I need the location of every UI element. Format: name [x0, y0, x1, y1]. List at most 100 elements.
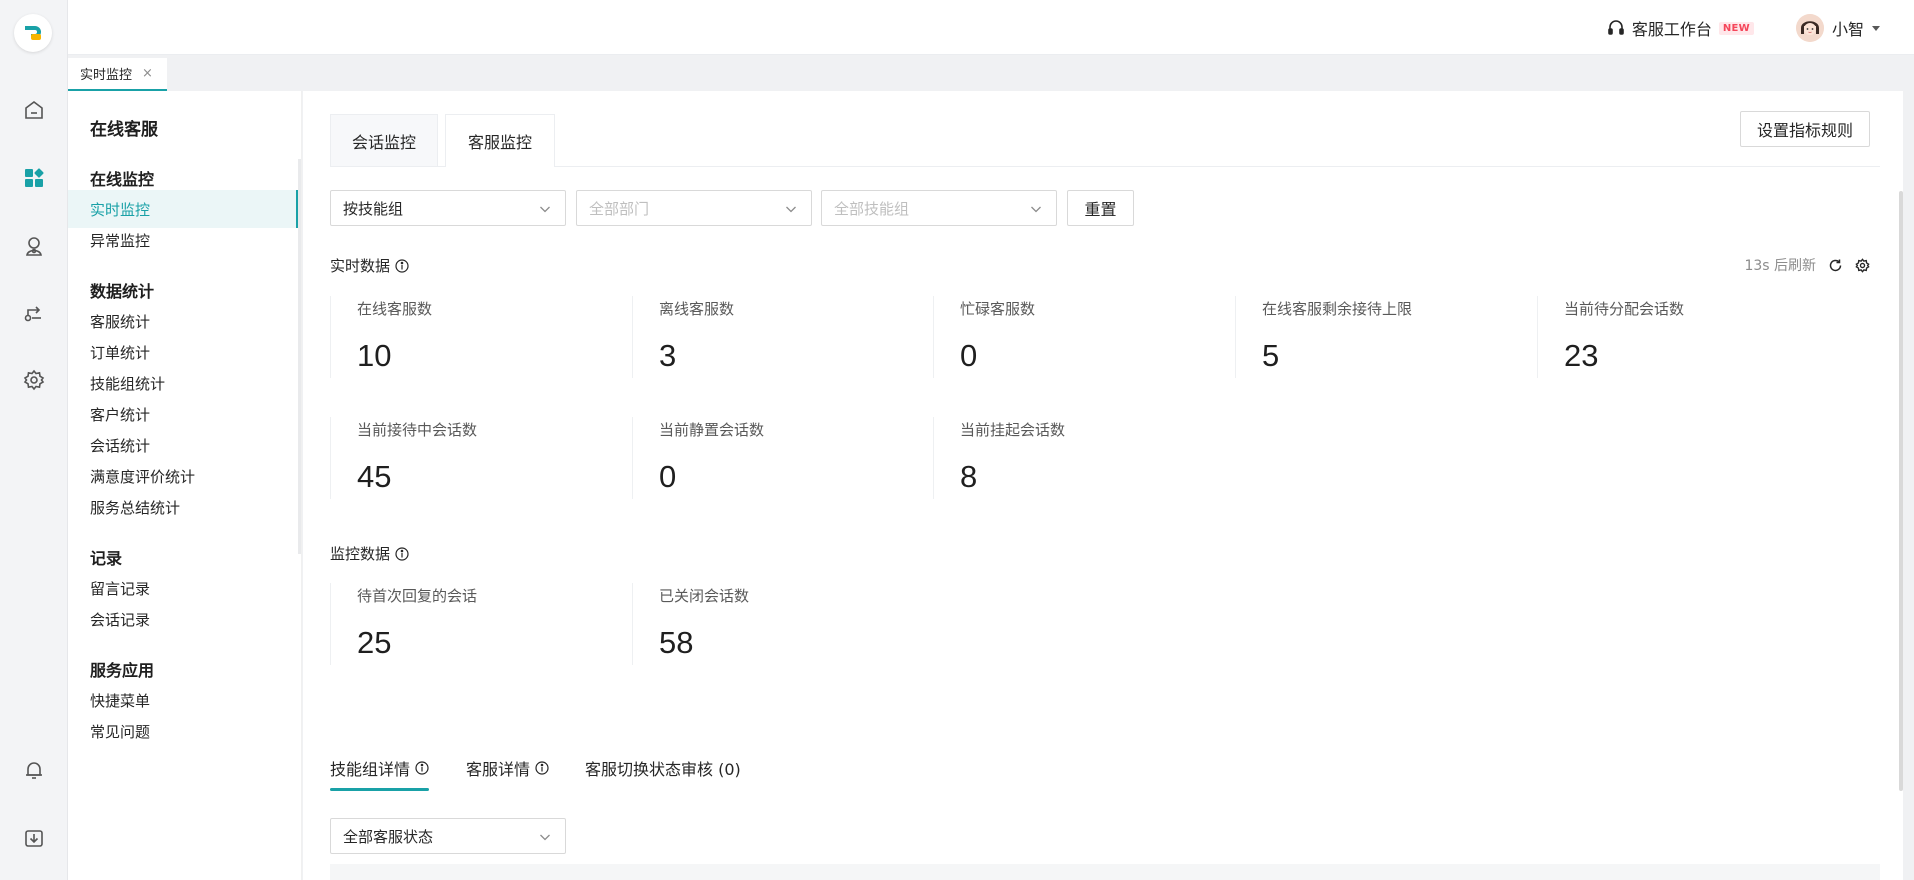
skill-group-select[interactable]: 全部技能组 — [821, 190, 1057, 226]
customer-service-icon[interactable] — [21, 233, 47, 259]
icon-rail — [0, 0, 68, 880]
metric-card: 当前挂起会话数 8 — [933, 417, 1235, 499]
metric-label: 当前接待中会话数 — [357, 421, 478, 439]
new-badge: NEW — [1718, 21, 1754, 35]
metric-card: 已关闭会话数 58 — [632, 583, 934, 665]
metric-label: 当前挂起会话数 — [960, 421, 1066, 439]
workbench-label: 客服工作台 — [1631, 20, 1712, 39]
metric-value: 3 — [659, 338, 677, 373]
info-icon[interactable] — [535, 761, 549, 775]
metric-value: 58 — [659, 625, 694, 660]
metric-label: 待首次回复的会话 — [357, 587, 478, 605]
department-placeholder: 全部部门 — [589, 199, 650, 218]
settings-icon[interactable] — [1855, 257, 1870, 273]
metric-value: 5 — [1262, 338, 1280, 373]
sidebar-item-summary-stats[interactable]: 服务总结统计 — [68, 488, 298, 526]
metric-label: 当前静置会话数 — [659, 421, 765, 439]
app-logo[interactable] — [14, 14, 52, 52]
group-by-value: 按技能组 — [343, 199, 404, 218]
info-icon[interactable] — [415, 761, 429, 775]
metric-divider — [632, 583, 633, 665]
metric-label: 在线客服剩余接待上限 — [1262, 300, 1413, 318]
metric-divider — [330, 417, 331, 499]
sidebar-item-anomaly[interactable]: 异常监控 — [68, 221, 298, 259]
download-icon[interactable] — [21, 825, 47, 851]
metric-divider — [330, 583, 331, 665]
routing-icon[interactable] — [21, 300, 47, 326]
group-by-select[interactable]: 按技能组 — [330, 190, 566, 226]
tab-session-monitor[interactable]: 会话监控 — [330, 114, 438, 166]
tab-label: 客服详情 — [466, 760, 531, 779]
secondary-sidebar: 在线客服 在线监控 实时监控 异常监控 数据统计 客服统计 订单统计 技能组统计… — [68, 91, 302, 880]
tab-skillgroup-detail[interactable]: 技能组详情 — [330, 753, 429, 783]
table-header — [330, 864, 1880, 880]
sidebar-item-faq[interactable]: 常见问题 — [68, 712, 298, 750]
metric-card: 在线客服数 10 — [330, 296, 632, 378]
active-tab-indicator — [330, 788, 429, 791]
user-name: 小智 — [1831, 20, 1864, 39]
tab-label: 技能组详情 — [330, 760, 411, 779]
user-menu[interactable]: 小智 — [1795, 13, 1880, 43]
nav-group-title: 记录 — [90, 549, 123, 568]
tab-label: 客服切换状态审核 (0) — [585, 760, 741, 779]
reset-button[interactable]: 重置 — [1067, 190, 1134, 226]
chevron-down-icon — [786, 206, 796, 213]
tab-status-switch-review[interactable]: 客服切换状态审核 (0) — [585, 753, 741, 783]
monitor-section-title: 监控数据 — [330, 543, 409, 564]
realtime-title: 实时数据 — [330, 257, 391, 275]
metric-value: 45 — [357, 459, 392, 494]
metric-value: 8 — [960, 459, 978, 494]
chevron-down-icon — [1031, 206, 1041, 213]
agent-status-select[interactable]: 全部客服状态 — [330, 818, 566, 854]
avatar — [1795, 14, 1824, 42]
skill-group-placeholder: 全部技能组 — [834, 199, 910, 218]
metric-card: 忙碌客服数 0 — [933, 296, 1235, 378]
home-icon[interactable] — [21, 97, 47, 123]
nav-group-title: 数据统计 — [90, 282, 155, 301]
metric-card: 在线客服剩余接待上限 5 — [1235, 296, 1537, 378]
info-icon[interactable] — [395, 546, 409, 561]
metric-label: 当前待分配会话数 — [1564, 300, 1685, 318]
metric-divider — [933, 417, 934, 499]
nav-group-title: 服务应用 — [90, 661, 155, 680]
top-header: 客服工作台 NEW 小智 — [68, 0, 1914, 55]
metric-value: 0 — [659, 459, 677, 494]
sidebar-scrollbar[interactable] — [298, 159, 301, 554]
main-content: 会话监控 客服监控 设置指标规则 按技能组 全部部门 全部技能组 重置 实时数据… — [303, 91, 1903, 880]
metric-divider — [1235, 296, 1236, 378]
metric-divider — [933, 296, 934, 378]
tab-agent-detail[interactable]: 客服详情 — [466, 753, 549, 783]
metric-card: 待首次回复的会话 25 — [330, 583, 632, 665]
sidebar-item-session-records[interactable]: 会话记录 — [68, 600, 298, 638]
refresh-icon[interactable] — [1828, 258, 1843, 273]
metric-card: 离线客服数 3 — [632, 296, 934, 378]
tab-agent-monitor[interactable]: 客服监控 — [445, 114, 555, 167]
metric-value: 23 — [1564, 338, 1599, 373]
close-icon[interactable]: × — [142, 66, 153, 81]
page-tab-realtime[interactable]: 实时监控 × — [68, 58, 167, 91]
department-select[interactable]: 全部部门 — [576, 190, 812, 226]
metric-divider — [330, 296, 331, 378]
chevron-down-icon — [540, 206, 550, 213]
nav-group-title: 在线监控 — [90, 170, 155, 189]
module-title: 在线客服 — [90, 120, 158, 140]
metric-card: 当前静置会话数 0 — [632, 417, 934, 499]
content-scrollbar[interactable] — [1899, 191, 1903, 791]
metric-divider — [632, 417, 633, 499]
info-icon[interactable] — [395, 258, 409, 273]
workbench-link[interactable]: 客服工作台 NEW — [1607, 16, 1754, 40]
realtime-section-title: 实时数据 — [330, 255, 409, 276]
page-tab-strip: 实时监控 × — [68, 55, 1914, 91]
metric-divider — [632, 296, 633, 378]
metric-value: 25 — [357, 625, 392, 660]
bell-icon[interactable] — [21, 757, 47, 783]
metric-label: 在线客服数 — [357, 300, 433, 318]
settings-icon[interactable] — [21, 367, 47, 393]
agent-status-value: 全部客服状态 — [343, 827, 434, 846]
dashboard-icon[interactable] — [21, 165, 47, 191]
page-tab-label: 实时监控 — [80, 68, 133, 83]
metric-value: 10 — [357, 338, 392, 373]
set-metric-rules-button[interactable]: 设置指标规则 — [1740, 111, 1870, 147]
metric-divider — [1537, 296, 1538, 378]
chevron-down-icon — [540, 834, 550, 841]
